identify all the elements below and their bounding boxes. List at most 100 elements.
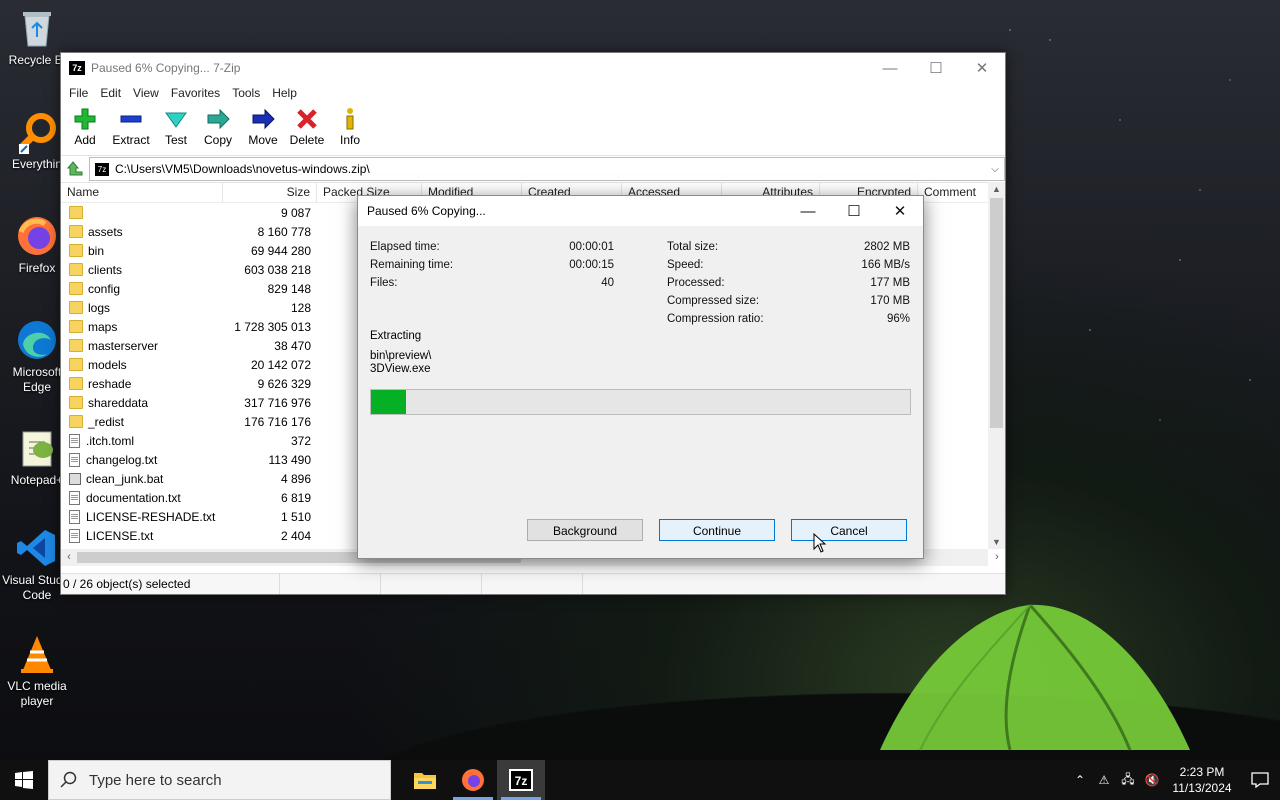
taskbar-search-box[interactable]: Type here to search	[48, 760, 391, 800]
firefox-icon	[18, 217, 56, 255]
file-name: _redist	[88, 414, 125, 429]
dialog-titlebar[interactable]: Paused 6% Copying... — ☐ ✕	[358, 196, 923, 226]
file-name: models	[88, 357, 127, 372]
menu-view[interactable]: View	[127, 86, 165, 100]
file-name: changelog.txt	[86, 452, 158, 467]
extract-button[interactable]: Extract	[106, 103, 156, 147]
stat-label: Total size:	[667, 241, 719, 253]
file-size-cell: 113 490	[268, 452, 312, 467]
info-button[interactable]: Info	[329, 103, 371, 147]
add-button[interactable]: Add	[65, 103, 105, 147]
network-warning-icon[interactable]: ⚠	[1092, 773, 1116, 787]
menu-tools[interactable]: Tools	[226, 86, 266, 100]
stat-speed: Speed: 166 MB/s	[667, 256, 910, 274]
close-button[interactable]: ✕	[959, 53, 1005, 83]
show-hidden-icons-chevron-up-icon[interactable]: ⌃	[1068, 773, 1092, 787]
network-icon[interactable]: 🖧	[1116, 770, 1140, 791]
file-size-cell: 317 716 976	[244, 395, 311, 410]
maximize-button[interactable]: ☐	[913, 53, 959, 83]
add-plus-icon	[74, 108, 96, 130]
column-comment[interactable]: Comment	[918, 182, 988, 202]
clock[interactable]: 2:23 PM 11/13/2024	[1164, 764, 1240, 796]
background-button[interactable]: Background	[527, 519, 643, 541]
minimize-button[interactable]: —	[867, 53, 913, 83]
stat-value: 96%	[886, 313, 910, 325]
status-bar: 0 / 26 object(s) selected	[61, 573, 1005, 594]
move-button[interactable]: Move	[241, 103, 285, 147]
cancel-button[interactable]: Cancel	[791, 519, 907, 541]
file-name: LICENSE.txt	[86, 528, 154, 543]
vertical-scrollbar[interactable]: ▲ ▼	[988, 182, 1005, 549]
current-file-path: bin\preview\ 3DView.exe	[370, 350, 431, 376]
scroll-right-icon[interactable]: ›	[989, 549, 1005, 566]
action-center-button[interactable]	[1240, 772, 1280, 788]
folder-icon	[69, 339, 83, 352]
tent-illustration	[880, 604, 1190, 751]
dialog-close-button[interactable]: ✕	[877, 196, 923, 226]
mouse-cursor-icon	[813, 533, 827, 553]
firefox-icon	[462, 769, 484, 791]
size-stats: Total size: 2802 MB Speed: 166 MB/s Proces…	[667, 238, 910, 328]
file-name-cell: config	[61, 282, 223, 296]
taskbar-file-explorer[interactable]	[401, 760, 449, 800]
column-name[interactable]: Name	[61, 182, 223, 202]
action-label: Extracting	[370, 330, 422, 342]
info-label: Info	[339, 133, 360, 147]
menu-help[interactable]: Help	[266, 86, 303, 100]
progress-fill	[371, 390, 407, 414]
scroll-left-icon[interactable]: ‹	[61, 549, 77, 566]
file-explorer-icon	[414, 773, 436, 789]
scroll-up-icon[interactable]: ▲	[988, 182, 1005, 196]
file-name: .itch.toml	[86, 433, 135, 448]
file-name-cell: reshade	[61, 377, 223, 391]
scroll-down-icon[interactable]: ▼	[988, 535, 1005, 549]
clock-date: 11/13/2024	[1172, 781, 1232, 795]
time-stats: Elapsed time: 00:00:01 Remaining time: 00:…	[370, 238, 614, 292]
chevron-down-icon[interactable]: ⌵	[986, 164, 1004, 175]
folder-icon	[69, 282, 83, 295]
batch-file-icon	[69, 472, 81, 485]
vertical-scroll-thumb[interactable]	[990, 198, 1003, 428]
file-size-cell: 1 510	[280, 509, 311, 524]
menu-favorites[interactable]: Favorites	[165, 86, 226, 100]
file-size-cell: 603 038 218	[244, 262, 311, 277]
copy-button[interactable]: Copy	[196, 103, 240, 147]
taskbar-7zip[interactable]: 7z	[497, 760, 545, 800]
folder-icon	[69, 377, 83, 390]
status-segment	[280, 574, 381, 594]
folder-icon	[69, 263, 83, 276]
window-title: Paused 6% Copying... 7-Zip	[91, 61, 241, 75]
text-file-icon	[69, 452, 80, 467]
file-size-cell: 128	[290, 300, 311, 315]
address-input[interactable]: 7z C:\Users\VM5\Downloads\novetus-window…	[89, 157, 1005, 181]
file-size-cell: 1 728 305 013	[234, 319, 311, 334]
info-icon	[346, 108, 354, 130]
file-name: bin	[88, 243, 105, 258]
vscode-icon	[17, 530, 55, 566]
volume-muted-icon[interactable]: 🔇	[1140, 773, 1164, 787]
start-button[interactable]	[0, 760, 48, 800]
dialog-minimize-button[interactable]: —	[785, 196, 831, 226]
continue-button[interactable]: Continue	[659, 519, 775, 541]
address-bar: 7z C:\Users\VM5\Downloads\novetus-window…	[61, 156, 1005, 183]
notepad-plus-plus-icon	[22, 431, 53, 467]
menu-edit[interactable]: Edit	[94, 86, 127, 100]
taskbar-firefox[interactable]	[449, 760, 497, 800]
stat-label: Elapsed time:	[370, 241, 440, 253]
dialog-maximize-button[interactable]: ☐	[831, 196, 877, 226]
up-folder-button[interactable]	[61, 161, 89, 177]
delete-button[interactable]: Delete	[286, 103, 328, 147]
column-size[interactable]: Size	[223, 182, 317, 202]
stat-label: Processed:	[667, 277, 725, 289]
window-titlebar[interactable]: 7z Paused 6% Copying... 7-Zip — ☐ ✕	[61, 53, 1005, 83]
desktop-icon-vlc[interactable]: VLC media player	[0, 632, 74, 709]
stat-compression-ratio: Compression ratio: 96%	[667, 310, 910, 328]
file-name-cell: bin	[61, 244, 223, 258]
menu-file[interactable]: File	[63, 86, 94, 100]
file-name: clean_junk.bat	[86, 471, 164, 486]
text-file-icon	[69, 528, 80, 543]
text-file-icon	[69, 433, 80, 448]
file-name-cell: changelog.txt	[61, 452, 223, 467]
stat-label: Files:	[370, 277, 398, 289]
test-button[interactable]: Test	[157, 103, 195, 147]
